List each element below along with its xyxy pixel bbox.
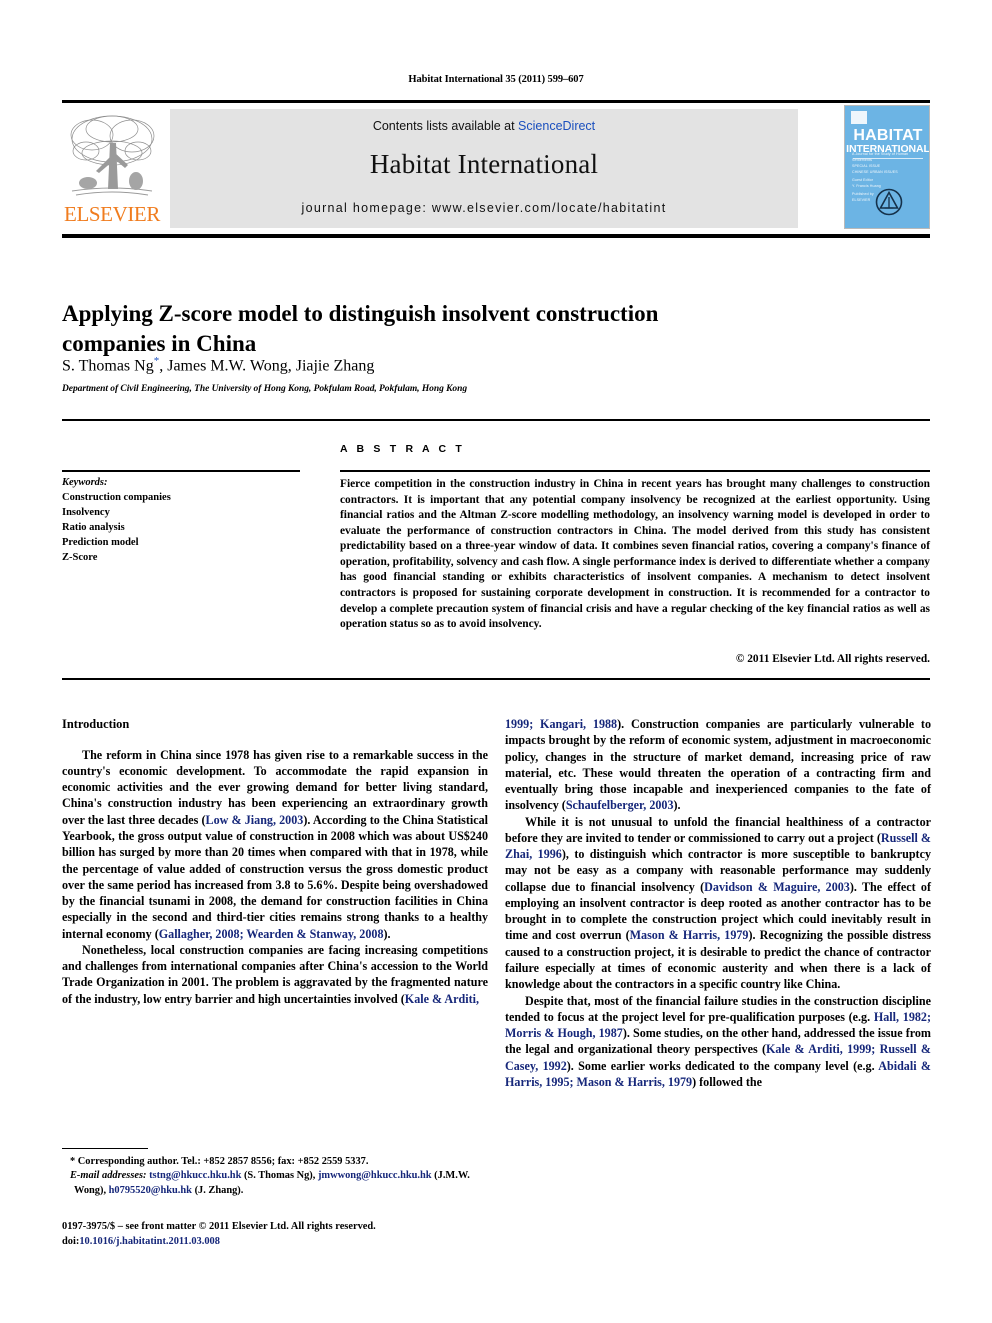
- author-primary: S. Thomas Ng: [62, 357, 154, 375]
- sciencedirect-link[interactable]: ScienceDirect: [518, 119, 595, 133]
- citation-link[interactable]: Kale & Arditi,: [405, 992, 479, 1006]
- right-column-paragraphs: 1999; Kangari, 1988). Construction compa…: [505, 716, 931, 1090]
- contents-available-line: Contents lists available at ScienceDirec…: [170, 119, 798, 133]
- running-head: Habitat International 35 (2011) 599–607: [408, 74, 584, 85]
- citation-link[interactable]: Gallagher, 2008; Wearden & Stanway, 2008: [159, 927, 384, 941]
- abstract-rule: [340, 470, 930, 472]
- cover-title-line1: HABITAT: [853, 127, 923, 144]
- keywords-heading: Keywords:: [62, 477, 108, 488]
- keyword-item: Insolvency: [62, 506, 110, 518]
- paragraph-text: ). According to the China Statistical Ye…: [62, 812, 488, 941]
- paragraph-text: ) followed the: [692, 1074, 762, 1089]
- page-title: Applying Z-score model to distinguish in…: [62, 301, 659, 357]
- keyword-item: Prediction model: [62, 536, 139, 548]
- keywords-block: Keywords: Construction companies Insolve…: [62, 476, 312, 565]
- keyword-item: Z-Score: [62, 551, 98, 563]
- author-list: S. Thomas Ng*, James M.W. Wong, Jiajie Z…: [62, 355, 762, 375]
- keyword-item: Construction companies: [62, 491, 171, 503]
- citation-link[interactable]: Schaufelberger, 2003: [566, 798, 674, 812]
- citation-link[interactable]: Davidson & Maguire, 2003: [704, 880, 850, 894]
- article-page: Habitat International 35 (2011) 599–607: [0, 0, 992, 1323]
- author-affiliation: Department of Civil Engineering, The Uni…: [62, 384, 468, 394]
- abstract-top-rule: [62, 419, 930, 421]
- masthead-banner: Contents lists available at ScienceDirec…: [170, 109, 798, 228]
- email-link-2[interactable]: jmwwong@hkucc.hku.hk: [318, 1170, 432, 1181]
- journal-title: Habitat International: [369, 149, 599, 179]
- keywords-rule: [62, 470, 300, 472]
- email-link-1[interactable]: tstng@hkucc.hku.hk: [149, 1170, 241, 1181]
- body-column-right: 1999; Kangari, 1988). Construction compa…: [505, 716, 931, 1090]
- journal-homepage-link[interactable]: journal homepage: www.elsevier.com/locat…: [170, 201, 798, 215]
- abstract-copyright: © 2011 Elsevier Ltd. All rights reserved…: [735, 653, 930, 665]
- email-owner-1: (S. Thomas Ng),: [241, 1170, 318, 1182]
- paragraph-text: ). Some earlier works dedicated to the c…: [566, 1058, 879, 1073]
- paragraph-text: Despite that, most of the financial fail…: [505, 993, 931, 1024]
- doi-link[interactable]: 10.1016/j.habitatint.2011.03.008: [79, 1236, 220, 1247]
- paragraph-text: While it is not unusual to unfold the fi…: [505, 814, 931, 845]
- email-addresses-label: E-mail addresses:: [70, 1170, 147, 1182]
- doi-prefix: doi:: [62, 1236, 80, 1248]
- citation-link[interactable]: 1999; Kangari, 1988: [505, 717, 617, 731]
- body-paragraph: Nonetheless, local construction companie…: [62, 942, 488, 1007]
- body-paragraph: The reform in China since 1978 has given…: [62, 747, 488, 942]
- imprint-block: 0197-3975/$ – see front matter © 2011 El…: [62, 1219, 492, 1249]
- contents-prefix: Contents lists available at: [372, 119, 519, 133]
- body-paragraph: 1999; Kangari, 1988). Construction compa…: [505, 716, 931, 814]
- keyword-item: Ratio analysis: [62, 521, 125, 533]
- paragraph-text: ).: [673, 798, 681, 813]
- abstract-bottom-rule: [62, 678, 930, 680]
- paragraph-text: ).: [383, 926, 391, 941]
- masthead-bottom-rule: [62, 234, 930, 238]
- corresponding-author-note: * Corresponding author. Tel.: +852 2857 …: [70, 1156, 369, 1167]
- body-paragraph: Despite that, most of the financial fail…: [505, 993, 931, 1091]
- elsevier-logo: ELSEVIER: [62, 105, 162, 231]
- body-paragraph: While it is not unusual to unfold the fi…: [505, 814, 931, 993]
- cover-tagline: A Journal for the Study of Human Settlem…: [852, 152, 909, 162]
- email-owner-3: (J. Zhang).: [191, 1184, 244, 1196]
- journal-masthead: ELSEVIER Contents lists available at Sci…: [62, 103, 930, 231]
- journal-cover-thumbnail: HABITAT INTERNATIONAL A Journal for the …: [844, 105, 930, 229]
- citation-link[interactable]: Mason & Harris, 1979: [630, 928, 749, 942]
- cover-block-publisher: Published by ELSEVIER: [852, 192, 874, 202]
- abstract-heading: A B S T R A C T: [340, 443, 465, 455]
- citation-link[interactable]: Low & Jiang, 2003: [206, 813, 304, 827]
- footnote-block: * Corresponding author. Tel.: +852 2857 …: [62, 1155, 492, 1198]
- body-column-left: Introduction The reform in China since 1…: [62, 716, 488, 1007]
- author-rest: , James M.W. Wong, Jiajie Zhang: [159, 357, 375, 375]
- issn-copyright-line: 0197-3975/$ – see front matter © 2011 El…: [62, 1221, 376, 1232]
- footnote-rule: [62, 1148, 148, 1150]
- elsevier-wordmark: ELSEVIER: [64, 202, 160, 226]
- left-column-paragraphs: The reform in China since 1978 has given…: [62, 747, 488, 1007]
- email-addresses-note: E-mail addresses: tstng@hkucc.hku.hk (S.…: [62, 1169, 492, 1198]
- section-heading-introduction: Introduction: [62, 717, 130, 731]
- abstract-text: Fierce competition in the construction i…: [340, 478, 930, 631]
- email-link-3[interactable]: h0795520@hku.hk: [109, 1185, 192, 1196]
- elsevier-tree-icon: [66, 109, 158, 201]
- cover-emblem-icon: [875, 188, 903, 216]
- cover-elsevier-mini-logo: [851, 111, 867, 124]
- cover-block-special-issue: SPECIAL ISSUE CHINESE URBAN ISSUES: [852, 164, 898, 174]
- doi-line: doi:10.1016/j.habitatint.2011.03.008: [62, 1234, 492, 1249]
